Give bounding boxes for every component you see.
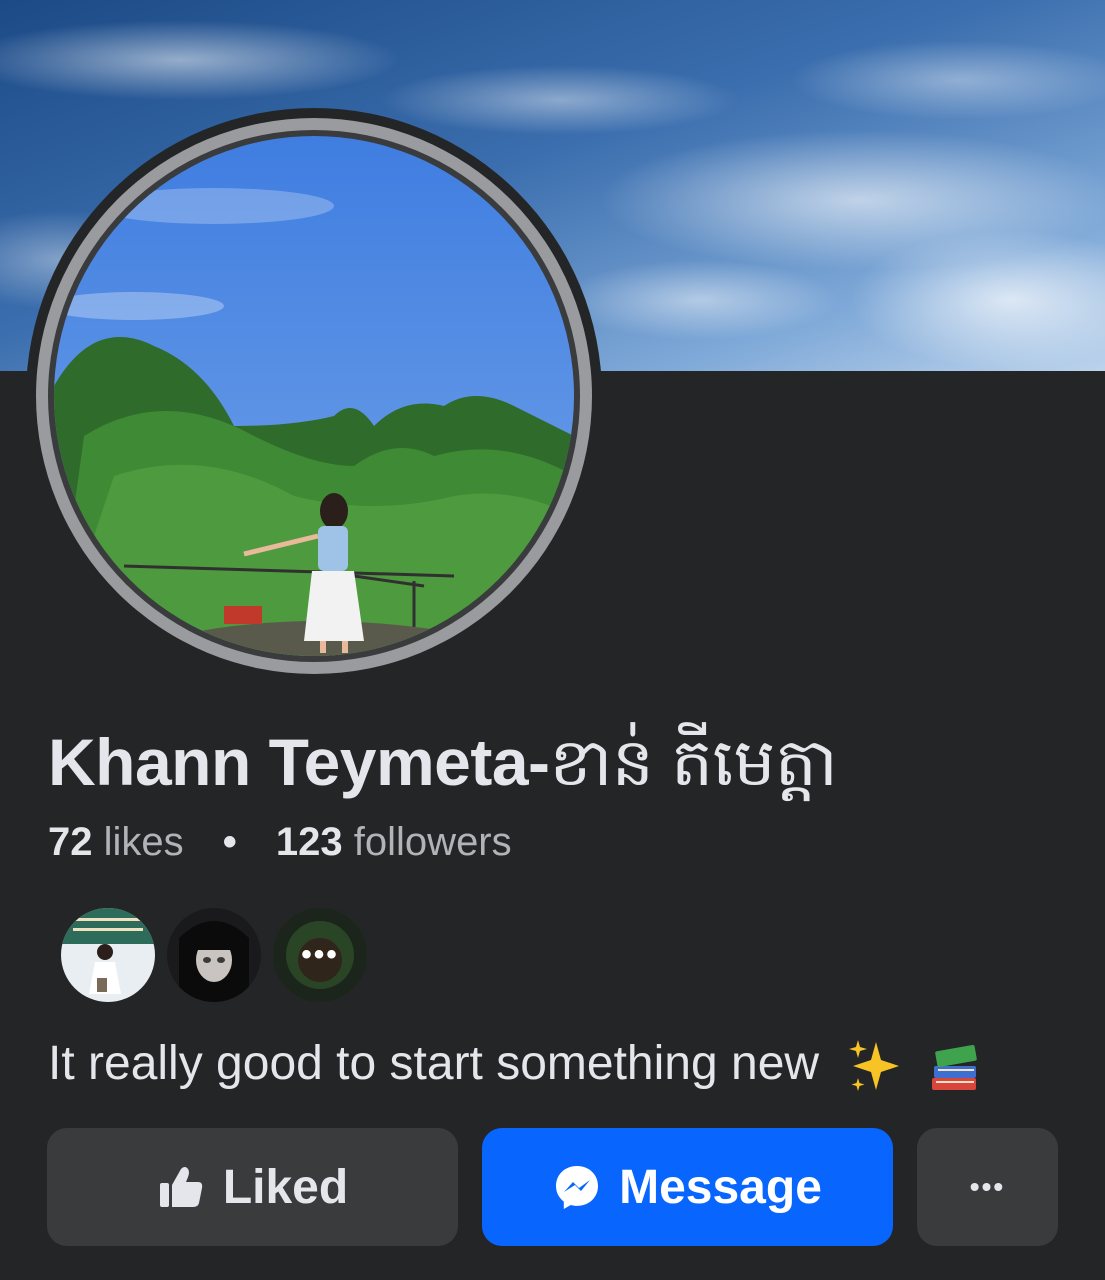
likes-label[interactable]: likes — [104, 820, 184, 864]
more-friends-indicator: ••• — [301, 938, 339, 971]
page-bio: It really good to start something new — [48, 1036, 984, 1096]
followers-label[interactable]: followers — [354, 820, 512, 864]
thumbs-up-icon — [157, 1163, 205, 1211]
page-title: Khann Teymeta-ខាន់ តីមេត្តា — [48, 722, 838, 818]
friend-avatar-1-image — [61, 908, 155, 1002]
page-name-latin: Khann Teymeta- — [48, 725, 550, 799]
message-button[interactable]: Message — [482, 1128, 893, 1246]
more-options-button[interactable]: ••• — [917, 1128, 1058, 1246]
books-icon — [931, 1044, 977, 1090]
friend-avatar-2-image — [167, 908, 261, 1002]
friend-avatar[interactable] — [164, 905, 264, 1005]
messenger-icon — [553, 1163, 601, 1211]
bio-text: It really good to start something new — [48, 1037, 820, 1090]
followers-count[interactable]: 123 — [276, 820, 343, 864]
page-stats: 72 likes • 123 followers — [48, 820, 512, 865]
bio-emojis — [846, 1037, 983, 1096]
profile-picture[interactable] — [26, 108, 602, 684]
friend-avatar[interactable]: ••• — [270, 905, 370, 1005]
likes-count[interactable]: 72 — [48, 820, 93, 864]
friend-avatar[interactable] — [58, 905, 158, 1005]
sparkles-icon — [849, 1039, 900, 1091]
more-options-icon: ••• — [969, 1171, 1006, 1202]
liked-button[interactable]: Liked — [47, 1128, 458, 1246]
stats-separator: • — [222, 820, 237, 864]
profile-photo-image — [54, 136, 574, 656]
page-name-khmer: ខាន់ តីមេត្តា — [549, 725, 838, 799]
message-button-label: Message — [619, 1160, 822, 1214]
liked-button-label: Liked — [222, 1160, 349, 1214]
